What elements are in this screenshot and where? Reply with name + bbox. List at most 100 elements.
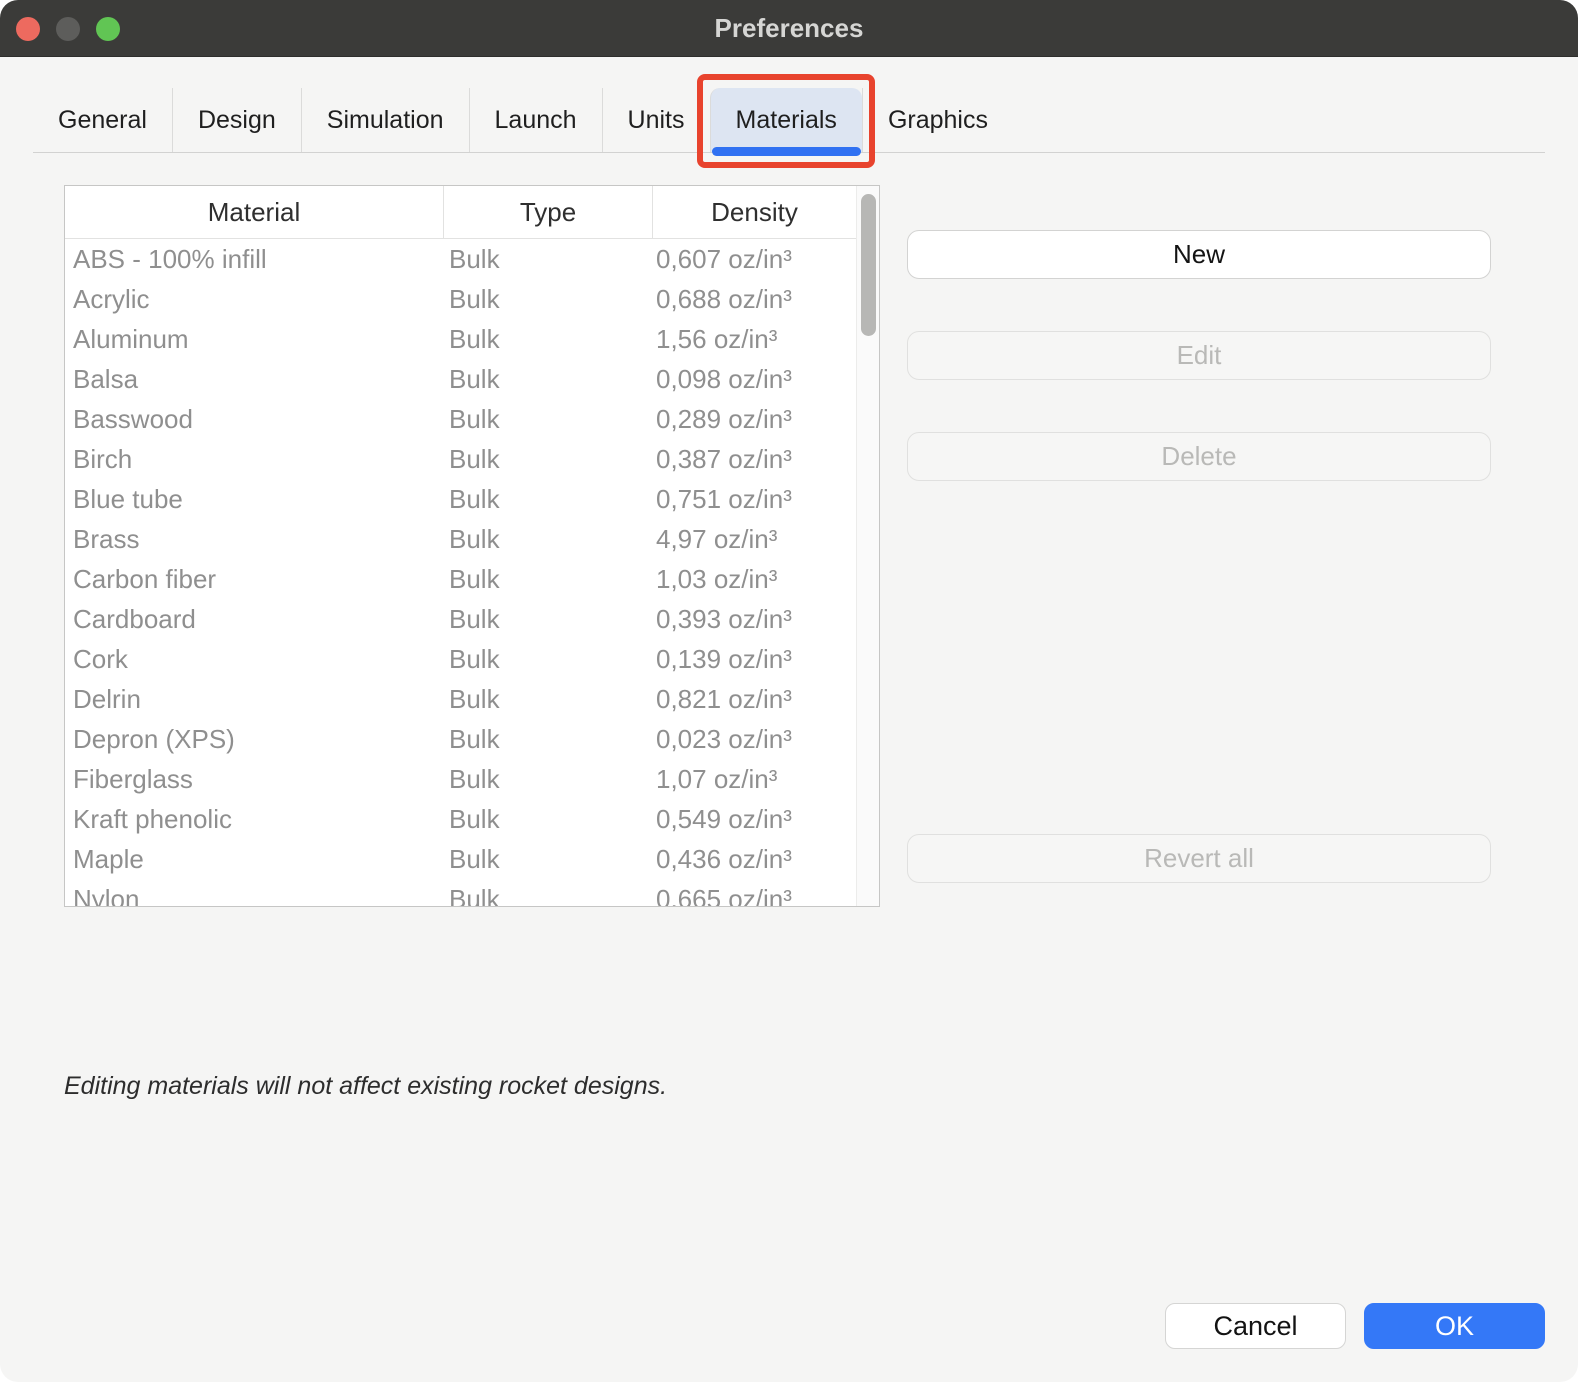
cell-type: Bulk bbox=[443, 564, 652, 595]
cell-type: Bulk bbox=[443, 444, 652, 475]
cell-material: Fiberglass bbox=[65, 764, 443, 795]
cell-material: Cardboard bbox=[65, 604, 443, 635]
cell-material: Depron (XPS) bbox=[65, 724, 443, 755]
cell-density: 0,289 oz/in³ bbox=[652, 404, 879, 435]
cancel-button[interactable]: Cancel bbox=[1165, 1303, 1346, 1349]
cell-material: Carbon fiber bbox=[65, 564, 443, 595]
tab-label: Graphics bbox=[888, 106, 988, 135]
tab-graphics[interactable]: Graphics bbox=[862, 88, 1013, 152]
tab-launch[interactable]: Launch bbox=[469, 88, 602, 152]
cell-type: Bulk bbox=[443, 244, 652, 275]
traffic-lights bbox=[16, 0, 120, 57]
column-header-material[interactable]: Material bbox=[65, 186, 443, 238]
ok-button[interactable]: OK bbox=[1364, 1303, 1545, 1349]
cell-density: 0,607 oz/in³ bbox=[652, 244, 879, 275]
preferences-window: Preferences General Design Simulation Launc… bbox=[0, 0, 1578, 1382]
cell-material: Maple bbox=[65, 844, 443, 875]
delete-button[interactable]: Delete bbox=[907, 432, 1491, 481]
table-row[interactable]: AcrylicBulk0,688 oz/in³ bbox=[65, 279, 879, 319]
cell-type: Bulk bbox=[443, 404, 652, 435]
cell-material: Nylon bbox=[65, 884, 443, 908]
revert-all-button[interactable]: Revert all bbox=[907, 834, 1491, 883]
cell-density: 4,97 oz/in³ bbox=[652, 524, 879, 555]
table-row[interactable]: BirchBulk0,387 oz/in³ bbox=[65, 439, 879, 479]
table-row[interactable]: AluminumBulk1,56 oz/in³ bbox=[65, 319, 879, 359]
tab-units[interactable]: Units bbox=[602, 88, 710, 152]
cell-type: Bulk bbox=[443, 884, 652, 908]
cell-type: Bulk bbox=[443, 524, 652, 555]
column-header-type[interactable]: Type bbox=[443, 186, 652, 238]
cell-density: 0,688 oz/in³ bbox=[652, 284, 879, 315]
cell-material: Acrylic bbox=[65, 284, 443, 315]
cell-density: 0,751 oz/in³ bbox=[652, 484, 879, 515]
tab-materials[interactable]: Materials bbox=[710, 88, 862, 152]
window-title: Preferences bbox=[715, 13, 864, 44]
cell-type: Bulk bbox=[443, 604, 652, 635]
cell-material: Delrin bbox=[65, 684, 443, 715]
table-row[interactable]: BalsaBulk0,098 oz/in³ bbox=[65, 359, 879, 399]
cell-material: Cork bbox=[65, 644, 443, 675]
edit-button[interactable]: Edit bbox=[907, 331, 1491, 380]
cell-type: Bulk bbox=[443, 844, 652, 875]
tab-design[interactable]: Design bbox=[172, 88, 301, 152]
table-row[interactable]: NylonBulk0,665 oz/in³ bbox=[65, 879, 879, 907]
tab-label: Launch bbox=[495, 106, 577, 135]
table-row[interactable]: MapleBulk0,436 oz/in³ bbox=[65, 839, 879, 879]
cell-material: ABS - 100% infill bbox=[65, 244, 443, 275]
cell-type: Bulk bbox=[443, 324, 652, 355]
table-row[interactable]: CardboardBulk0,393 oz/in³ bbox=[65, 599, 879, 639]
table-row[interactable]: BasswoodBulk0,289 oz/in³ bbox=[65, 399, 879, 439]
cell-material: Basswood bbox=[65, 404, 443, 435]
cell-material: Birch bbox=[65, 444, 443, 475]
table-body: ABS - 100% infillBulk0,607 oz/in³Acrylic… bbox=[65, 239, 879, 907]
cell-material: Blue tube bbox=[65, 484, 443, 515]
table-row[interactable]: Kraft phenolicBulk0,549 oz/in³ bbox=[65, 799, 879, 839]
table-row[interactable]: Blue tubeBulk0,751 oz/in³ bbox=[65, 479, 879, 519]
cell-material: Aluminum bbox=[65, 324, 443, 355]
cell-density: 0,139 oz/in³ bbox=[652, 644, 879, 675]
cell-density: 0,821 oz/in³ bbox=[652, 684, 879, 715]
table-row[interactable]: Carbon fiberBulk1,03 oz/in³ bbox=[65, 559, 879, 599]
tab-general[interactable]: General bbox=[33, 88, 172, 152]
cell-type: Bulk bbox=[443, 764, 652, 795]
cell-type: Bulk bbox=[443, 364, 652, 395]
close-icon[interactable] bbox=[16, 17, 40, 41]
column-header-density[interactable]: Density bbox=[652, 186, 879, 238]
cell-material: Brass bbox=[65, 524, 443, 555]
tab-label: Materials bbox=[736, 106, 837, 135]
cell-type: Bulk bbox=[443, 684, 652, 715]
zoom-icon[interactable] bbox=[96, 17, 120, 41]
cell-density: 0,665 oz/in³ bbox=[652, 884, 879, 908]
table-row[interactable]: FiberglassBulk1,07 oz/in³ bbox=[65, 759, 879, 799]
tab-simulation[interactable]: Simulation bbox=[301, 88, 469, 152]
new-button[interactable]: New bbox=[907, 230, 1491, 279]
tab-label: Design bbox=[198, 106, 276, 135]
cell-type: Bulk bbox=[443, 644, 652, 675]
minimize-icon[interactable] bbox=[56, 17, 80, 41]
cell-density: 0,098 oz/in³ bbox=[652, 364, 879, 395]
cell-type: Bulk bbox=[443, 804, 652, 835]
table-row[interactable]: BrassBulk4,97 oz/in³ bbox=[65, 519, 879, 559]
cell-density: 0,387 oz/in³ bbox=[652, 444, 879, 475]
cell-density: 1,03 oz/in³ bbox=[652, 564, 879, 595]
table-row[interactable]: ABS - 100% infillBulk0,607 oz/in³ bbox=[65, 239, 879, 279]
tab-bar: General Design Simulation Launch Units Materi… bbox=[33, 88, 1013, 152]
titlebar: Preferences bbox=[0, 0, 1578, 57]
tab-label: Units bbox=[628, 106, 685, 135]
cell-density: 0,393 oz/in³ bbox=[652, 604, 879, 635]
table-row[interactable]: DelrinBulk0,821 oz/in³ bbox=[65, 679, 879, 719]
scrollbar-thumb[interactable] bbox=[861, 194, 876, 336]
cell-type: Bulk bbox=[443, 284, 652, 315]
table-row[interactable]: CorkBulk0,139 oz/in³ bbox=[65, 639, 879, 679]
materials-table: Material Type Density ABS - 100% infillB… bbox=[64, 185, 880, 907]
table-row[interactable]: Depron (XPS)Bulk0,023 oz/in³ bbox=[65, 719, 879, 759]
cell-density: 0,436 oz/in³ bbox=[652, 844, 879, 875]
cell-density: 1,56 oz/in³ bbox=[652, 324, 879, 355]
tab-label: General bbox=[58, 106, 147, 135]
cell-type: Bulk bbox=[443, 484, 652, 515]
cell-material: Balsa bbox=[65, 364, 443, 395]
cell-density: 0,549 oz/in³ bbox=[652, 804, 879, 835]
table-scrollbar[interactable] bbox=[856, 186, 879, 906]
cell-density: 1,07 oz/in³ bbox=[652, 764, 879, 795]
materials-note: Editing materials will not affect existi… bbox=[64, 1072, 667, 1101]
